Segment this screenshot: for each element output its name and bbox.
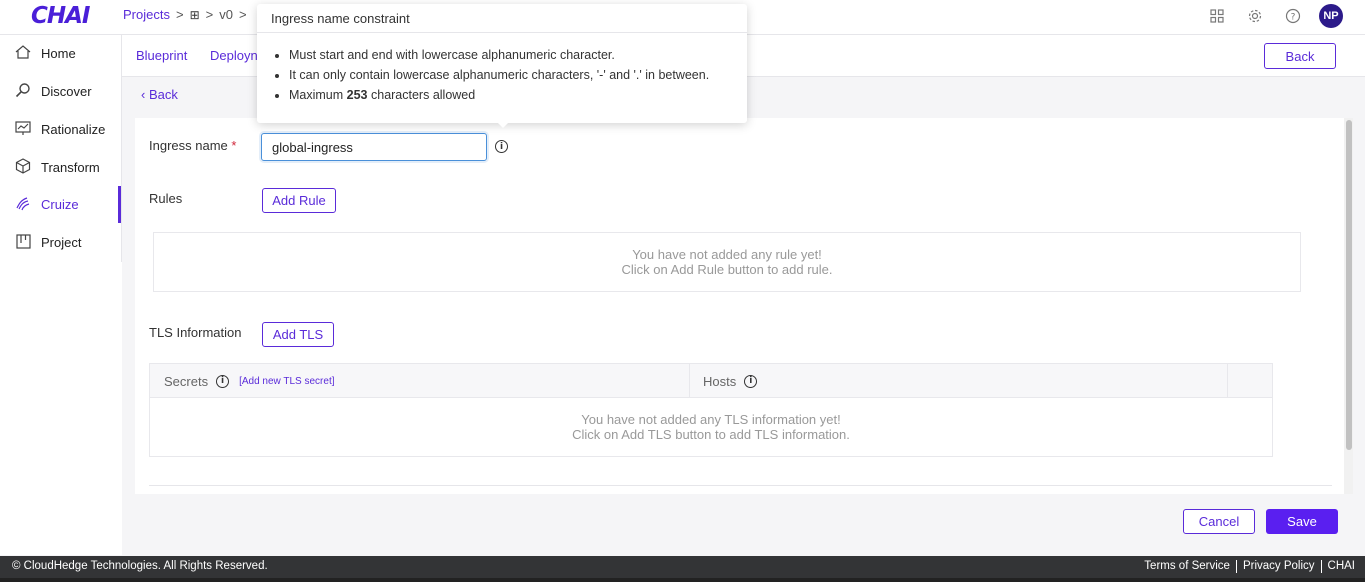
tls-empty-state: You have not added any TLS information y… bbox=[150, 412, 1272, 442]
gear-icon[interactable] bbox=[1243, 4, 1267, 28]
home-icon bbox=[15, 45, 31, 62]
sidebar-item-cruize[interactable]: Cruize bbox=[0, 186, 121, 223]
footer: © CloudHedge Technologies. All Rights Re… bbox=[0, 556, 1365, 578]
rules-empty-state: You have not added any rule yet! Click o… bbox=[153, 232, 1301, 292]
tls-empty-line1: You have not added any TLS information y… bbox=[581, 412, 841, 427]
max-characters-value: 253 bbox=[346, 88, 368, 102]
info-icon[interactable]: i bbox=[216, 374, 230, 388]
back-button[interactable]: Back bbox=[1264, 43, 1336, 69]
secrets-header-text: Secrets bbox=[164, 373, 209, 389]
header-actions: ? NP bbox=[1205, 4, 1343, 28]
add-rule-button[interactable]: Add Rule bbox=[262, 188, 336, 213]
info-icon[interactable]: i bbox=[744, 374, 758, 388]
hosts-header-text: Hosts bbox=[703, 373, 737, 389]
constraint-list: Must start and end with lowercase alphan… bbox=[289, 45, 739, 105]
ingress-name-label: Ingress name * bbox=[149, 138, 236, 153]
constraint-item: Must start and end with lowercase alphan… bbox=[289, 45, 739, 65]
secrets-column-header: Secrets i [Add new TLS secret] bbox=[164, 364, 335, 398]
sidebar-item-home[interactable]: Home bbox=[0, 35, 121, 72]
sidebar-item-label: Cruize bbox=[41, 197, 79, 212]
constraint-text: characters allowed bbox=[367, 88, 476, 102]
breadcrumb: Projects > ⊞ > v0 > bbox=[123, 7, 247, 22]
apps-grid-icon[interactable] bbox=[1205, 4, 1229, 28]
cube-icon bbox=[15, 158, 31, 177]
save-button[interactable]: Save bbox=[1266, 509, 1338, 534]
hosts-column-header: Hosts i bbox=[703, 364, 758, 398]
constraint-text: Maximum bbox=[289, 88, 347, 102]
column-divider bbox=[1227, 364, 1228, 398]
required-mark: * bbox=[231, 138, 237, 153]
ingress-name-input[interactable] bbox=[261, 133, 487, 161]
help-icon[interactable]: ? bbox=[1281, 4, 1305, 28]
scrollbar-track[interactable] bbox=[1344, 118, 1353, 494]
constraint-item: It can only contain lowercase alphanumer… bbox=[289, 65, 739, 85]
tooltip-arrow bbox=[496, 121, 510, 128]
tls-empty-line2: Click on Add TLS button to add TLS infor… bbox=[572, 427, 850, 442]
grid-icon[interactable]: ⊞ bbox=[190, 8, 200, 22]
breadcrumb-version[interactable]: v0 bbox=[219, 7, 233, 22]
tls-table: Secrets i [Add new TLS secret] Hosts i Y… bbox=[149, 363, 1273, 457]
constraint-item: Maximum 253 characters allowed bbox=[289, 85, 739, 105]
app-logo[interactable]: CHAI bbox=[31, 3, 90, 29]
sidebar-item-label: Discover bbox=[41, 84, 92, 99]
rules-label: Rules bbox=[149, 191, 183, 206]
sidebar-item-transform[interactable]: Transform bbox=[0, 149, 121, 186]
breadcrumb-separator: > bbox=[238, 7, 247, 22]
sidebar-item-label: Project bbox=[41, 235, 82, 250]
search-icon bbox=[15, 82, 31, 101]
footer-brand: CHAI bbox=[1327, 560, 1355, 572]
tab-deployment[interactable]: Deployn bbox=[210, 48, 258, 63]
scrollbar-thumb[interactable] bbox=[1346, 120, 1352, 450]
kanban-board-icon bbox=[15, 233, 31, 252]
sidebar-item-label: Home bbox=[41, 46, 76, 61]
ingress-name-label-text: Ingress name bbox=[149, 138, 228, 153]
sidebar-item-rationalize[interactable]: Rationalize bbox=[0, 111, 121, 148]
breadcrumb-projects[interactable]: Projects bbox=[123, 7, 170, 22]
ingress-name-constraint-tooltip: Ingress name constraint Must start and e… bbox=[257, 4, 747, 128]
tab-blueprint[interactable]: Blueprint bbox=[136, 48, 187, 63]
copyright-text: © CloudHedge Technologies. All Rights Re… bbox=[12, 560, 268, 572]
footer-links: Terms of Service Privacy Policy CHAI bbox=[1138, 560, 1355, 573]
column-divider bbox=[689, 364, 690, 398]
terms-of-service-link[interactable]: Terms of Service bbox=[1138, 560, 1237, 573]
tls-table-header: Secrets i [Add new TLS secret] Hosts i bbox=[150, 364, 1272, 398]
tooltip-title: Ingress name constraint bbox=[271, 11, 410, 26]
user-avatar[interactable]: NP bbox=[1319, 4, 1343, 28]
privacy-policy-link[interactable]: Privacy Policy bbox=[1237, 560, 1322, 573]
tooltip-divider bbox=[257, 32, 747, 33]
sidebar-item-discover[interactable]: Discover bbox=[0, 73, 121, 110]
sidebar-item-project[interactable]: Project bbox=[0, 224, 121, 261]
sidebar-item-label: Rationalize bbox=[41, 122, 106, 137]
fingerprint-icon bbox=[15, 195, 31, 214]
svg-text:?: ? bbox=[1291, 13, 1296, 23]
rules-empty-line1: You have not added any rule yet! bbox=[632, 247, 822, 262]
breadcrumb-separator: > bbox=[205, 7, 214, 22]
add-tls-button[interactable]: Add TLS bbox=[262, 322, 334, 347]
sidebar-item-label: Transform bbox=[41, 160, 100, 175]
cancel-button[interactable]: Cancel bbox=[1183, 509, 1255, 534]
breadcrumb-separator: > bbox=[175, 7, 184, 22]
tls-information-label: TLS Information bbox=[149, 325, 242, 340]
rules-empty-line2: Click on Add Rule button to add rule. bbox=[621, 262, 833, 277]
presentation-chart-icon bbox=[15, 120, 31, 139]
info-icon[interactable]: i bbox=[495, 140, 508, 153]
form-divider bbox=[149, 485, 1332, 486]
add-tls-secret-link[interactable]: [Add new TLS secret] bbox=[239, 376, 334, 387]
bottom-strip bbox=[0, 578, 1365, 582]
sidebar-filler bbox=[0, 262, 122, 555]
back-link[interactable]: ‹ Back bbox=[141, 87, 178, 102]
